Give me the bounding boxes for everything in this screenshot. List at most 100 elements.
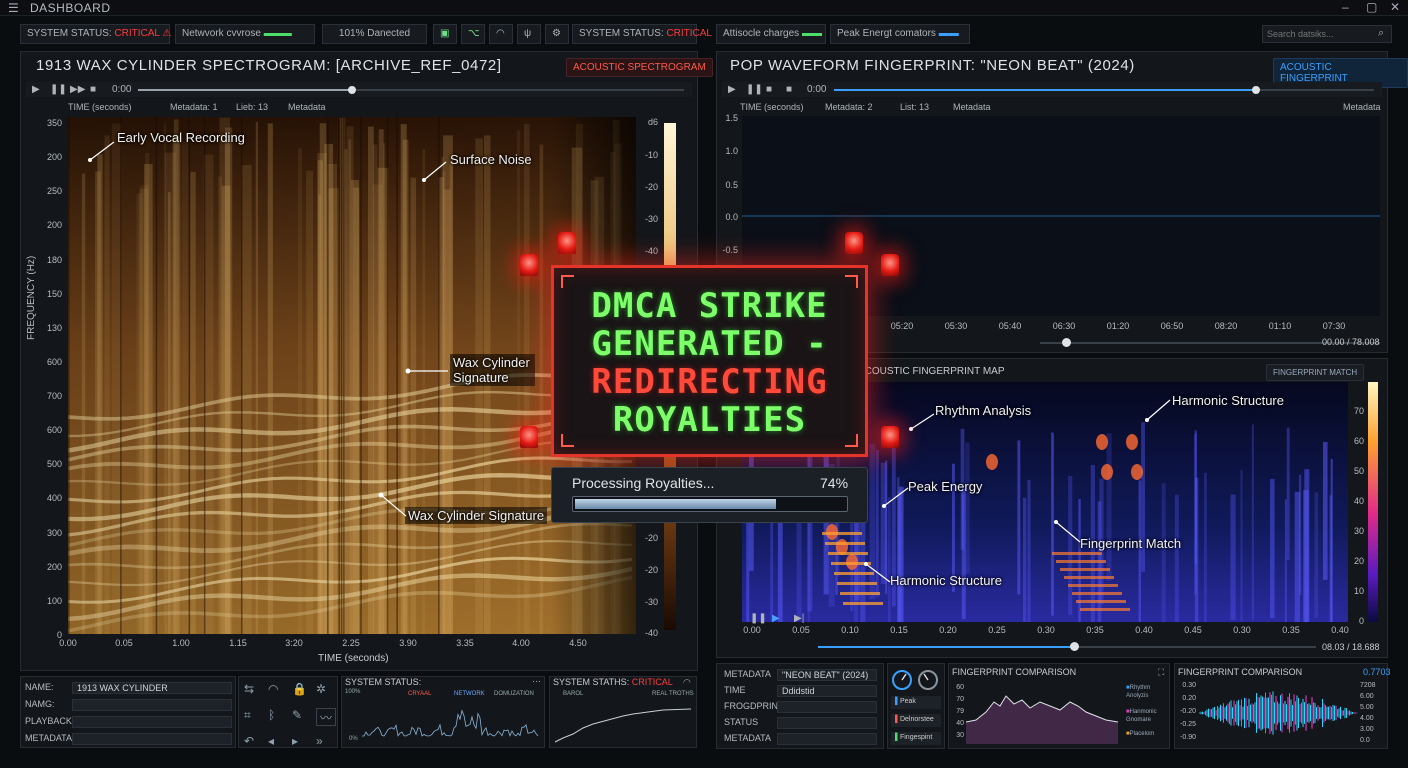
alarm-light-icon <box>520 254 538 276</box>
legend-2-text: Hanmonic Gnomare <box>1126 709 1157 723</box>
waveform-pause-icon[interactable]: ❚❚ <box>746 84 763 95</box>
stop-icon[interactable]: ■ <box>90 84 96 95</box>
play-icon[interactable]: ▶ <box>32 84 40 95</box>
fp-skip-icon[interactable]: ▶| <box>794 613 804 624</box>
time-display: 0:00 <box>112 84 132 95</box>
field-value[interactable] <box>72 716 232 728</box>
fp-x-tick: 0:35 <box>1086 625 1104 635</box>
fingerprint-column <box>1161 483 1166 622</box>
field-value[interactable] <box>72 699 232 711</box>
fp-x-tick: 0.15 <box>890 625 908 635</box>
field-value[interactable]: 1913 WAX CYLINDER <box>72 682 232 694</box>
wave-x-tick: 07:30 <box>1322 321 1346 331</box>
db-tick-label: -40 <box>644 628 658 638</box>
fingerprint-harmonic <box>840 592 880 595</box>
wave-y-tick: -0.5 <box>722 245 738 255</box>
fp-play-icon[interactable]: ▶ <box>772 613 780 624</box>
waveform-stop2-icon[interactable]: ■ <box>786 84 792 95</box>
annotation-early-vocal: Early Vocal Recording <box>117 130 245 145</box>
fingerprint-hotspot <box>986 454 998 470</box>
hamburger-menu-icon[interactable]: ☰ <box>8 1 19 15</box>
antenna-icon[interactable]: ψ <box>517 24 541 44</box>
wave-x-tick: 05:30 <box>944 321 968 331</box>
annotation-peak-energy: Peak Energy <box>908 479 983 494</box>
fingerprint-column <box>1017 440 1021 595</box>
wifi-icon[interactable]: ◠ <box>489 24 513 44</box>
fast-forward-icon[interactable]: ▶▶ <box>70 84 85 95</box>
meta-field-value[interactable] <box>777 733 877 745</box>
field-value[interactable] <box>72 733 232 745</box>
playback-scrubber[interactable] <box>348 86 356 94</box>
system-status-chart-title: SYSTEM STATUS: <box>345 677 422 687</box>
meta-field-value[interactable] <box>777 717 877 729</box>
fp-pause-icon[interactable]: ❚❚ <box>750 613 767 624</box>
fingerprint-column <box>1230 494 1236 620</box>
waveform-stop-icon[interactable]: ■ <box>766 84 772 95</box>
network-tree-icon[interactable]: ⌥ <box>461 24 485 44</box>
waveform-scrubber[interactable] <box>1252 86 1260 94</box>
fingerprint-badge: FINGERPRINT MATCH <box>1266 364 1365 381</box>
waveform-icon[interactable]: 〰 <box>316 708 336 726</box>
charges-label: Attisocle charges <box>723 28 800 39</box>
meta-field-value[interactable]: "NEON BEAT" (2024) <box>777 669 877 681</box>
fingerprint-column <box>1251 424 1254 620</box>
db-tick-label: -20 <box>644 533 658 543</box>
status-value-2: CRITICAL <box>666 28 712 39</box>
edit-icon[interactable]: ✎ <box>292 708 302 722</box>
signal-bars-icon: ▬▬▬ <box>263 28 292 39</box>
royalty-progress-dialog: Processing Royalties... 74% <box>551 467 868 523</box>
scan-icon[interactable]: ⌗ <box>244 708 251 723</box>
search-input[interactable] <box>1262 25 1392 43</box>
annotation-wax-signature-1: Wax Cylinder Signature <box>450 354 535 386</box>
chart2-legend-2: REAL TROTHS <box>652 691 694 697</box>
annotation-pointer-3 <box>405 368 448 374</box>
fp-x-tick: 0.05 <box>792 625 810 635</box>
bluetooth-icon[interactable]: ᛒ <box>268 708 275 722</box>
maximize-icon[interactable]: ▢ <box>1366 0 1377 14</box>
search-icon[interactable]: ⌕ <box>1378 27 1384 40</box>
wifi-status-icon[interactable]: ◠ <box>683 677 691 688</box>
fingerprint-column <box>1322 441 1328 580</box>
fingerprint-harmonic <box>1060 568 1110 571</box>
legend-3-text: Placelom <box>1129 731 1155 737</box>
undo-icon[interactable]: ↶ <box>244 734 254 748</box>
alarm-light-icon <box>520 426 538 448</box>
network-node-icon[interactable]: ✲ <box>316 682 326 696</box>
db-tick-label: -30 <box>644 597 658 607</box>
meta-field-value[interactable] <box>777 701 877 713</box>
network-dropdown[interactable]: Netwvork cvvrose ▬▬▬ <box>175 24 315 44</box>
y-tick-label: 300 <box>46 527 62 538</box>
fingerprint-hotspot <box>1101 464 1113 480</box>
fp-time-readout: 08.03 / 18.688 <box>1322 642 1380 652</box>
pause-icon[interactable]: ❚❚ <box>50 84 67 95</box>
monitor-icon[interactable]: ▣ <box>433 24 457 44</box>
settings-icon[interactable]: ⚙ <box>545 24 569 44</box>
prev-icon[interactable]: ◂ <box>268 734 274 748</box>
x-tick-label: 3:20 <box>285 638 303 648</box>
waveform-bottom-scrubber[interactable] <box>1062 338 1071 347</box>
wave-x-tick: 08:20 <box>1214 321 1238 331</box>
waveform-time-display: 0:00 <box>807 84 827 95</box>
app-title: DASHBOARD <box>30 1 111 15</box>
skip-icon[interactable]: » <box>316 734 323 748</box>
gauge-legend-2: ▌Delnorstee <box>891 714 941 727</box>
next-icon[interactable]: ▸ <box>292 734 298 748</box>
fp-scrubber[interactable] <box>1070 642 1079 651</box>
waveform-progress <box>834 89 1256 91</box>
meta-field-value[interactable]: Ddidstid <box>777 685 877 697</box>
close-icon[interactable]: ✕ <box>1390 0 1400 14</box>
expand-icon[interactable]: ⛶ <box>1158 667 1164 678</box>
waveform-play-icon[interactable]: ▶ <box>728 84 736 95</box>
more-icon[interactable]: ⋯ <box>532 676 541 687</box>
fingerprint-harmonic <box>828 552 868 555</box>
annotation-pointer-2 <box>422 161 447 182</box>
wifi-small-icon[interactable]: ◠ <box>268 682 278 696</box>
fingerprint-harmonic <box>825 542 865 545</box>
lock-icon[interactable]: 🔒 <box>292 682 307 696</box>
fingerprint-column <box>965 442 970 574</box>
fingerprint-column <box>1027 480 1031 622</box>
y-tick-label: 500 <box>46 459 62 470</box>
comp1-y-tick: 60 <box>956 684 964 691</box>
resize-icon[interactable]: ⇆ <box>244 682 254 696</box>
minimize-icon[interactable]: – <box>1342 0 1349 14</box>
